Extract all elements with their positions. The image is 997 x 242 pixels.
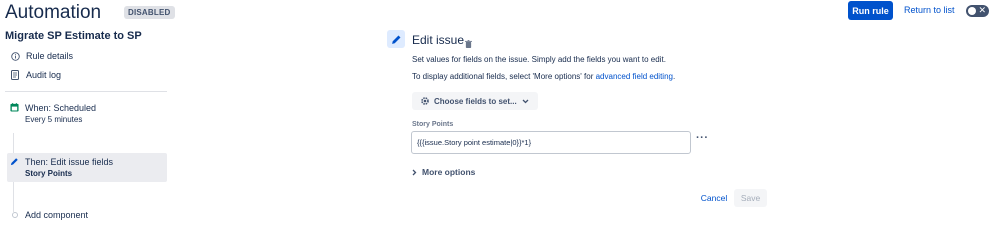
cancel-button[interactable]: Cancel (698, 189, 730, 207)
advanced-field-editing-link[interactable]: advanced field editing (596, 72, 673, 81)
chevron-right-icon (412, 169, 417, 176)
circle-icon (12, 212, 18, 218)
sidebar-divider (5, 91, 167, 92)
add-component-label: Add component (25, 210, 89, 220)
story-points-field[interactable] (411, 131, 691, 154)
toggle-knob (968, 7, 976, 15)
gear-icon (420, 96, 430, 106)
step-subtitle: Every 5 minutes (25, 115, 83, 124)
info-icon (10, 51, 20, 61)
app-title: Automation (5, 2, 102, 23)
step-title: When: Scheduled (25, 103, 97, 113)
sidebar-item-label: Audit log (26, 70, 62, 80)
sidebar-item-label: Rule details (26, 51, 74, 61)
pencil-icon (10, 157, 19, 166)
sidebar-item-audit-log[interactable]: Audit log (10, 70, 61, 80)
choose-fields-button[interactable]: Choose fields to set... (412, 92, 538, 110)
story-points-label: Story Points (412, 121, 454, 128)
pencil-icon (387, 30, 405, 48)
more-actions-icon[interactable]: ··· (696, 133, 709, 144)
step-title: Then: Edit issue fields (25, 157, 114, 167)
run-rule-button[interactable]: Run rule (848, 1, 893, 20)
trash-icon[interactable] (465, 35, 472, 53)
description-suffix: . (672, 72, 676, 81)
step-subtitle: Story Points (25, 169, 73, 178)
more-options-label: More options (422, 167, 476, 177)
rule-name: Migrate SP Estimate to SP (5, 30, 142, 42)
description-more-options: To display additional fields, select 'Mo… (412, 72, 675, 81)
step-action-edit-issue[interactable]: Then: Edit issue fields Story Points (7, 153, 167, 182)
step-trigger-scheduled[interactable]: When: Scheduled Every 5 minutes (7, 103, 167, 133)
description-text: Set values for fields on the issue. Simp… (412, 55, 666, 64)
calendar-icon (10, 103, 19, 112)
more-options-toggle[interactable]: More options (412, 167, 475, 177)
sidebar-item-rule-details[interactable]: Rule details (10, 51, 73, 61)
x-icon: ✕ (978, 5, 986, 15)
return-to-list-link[interactable]: Return to list (904, 5, 955, 15)
status-badge: DISABLED (124, 6, 175, 19)
add-component-item[interactable]: Add component (7, 210, 167, 222)
description-prefix: To display additional fields, select 'Mo… (412, 72, 596, 81)
save-button[interactable]: Save (734, 189, 767, 207)
page-title: Edit issue (412, 33, 465, 47)
document-icon (10, 70, 20, 80)
choose-fields-label: Choose fields to set... (434, 96, 517, 106)
chevron-down-icon (522, 99, 529, 104)
rule-enabled-toggle[interactable]: ✕ (966, 5, 989, 17)
